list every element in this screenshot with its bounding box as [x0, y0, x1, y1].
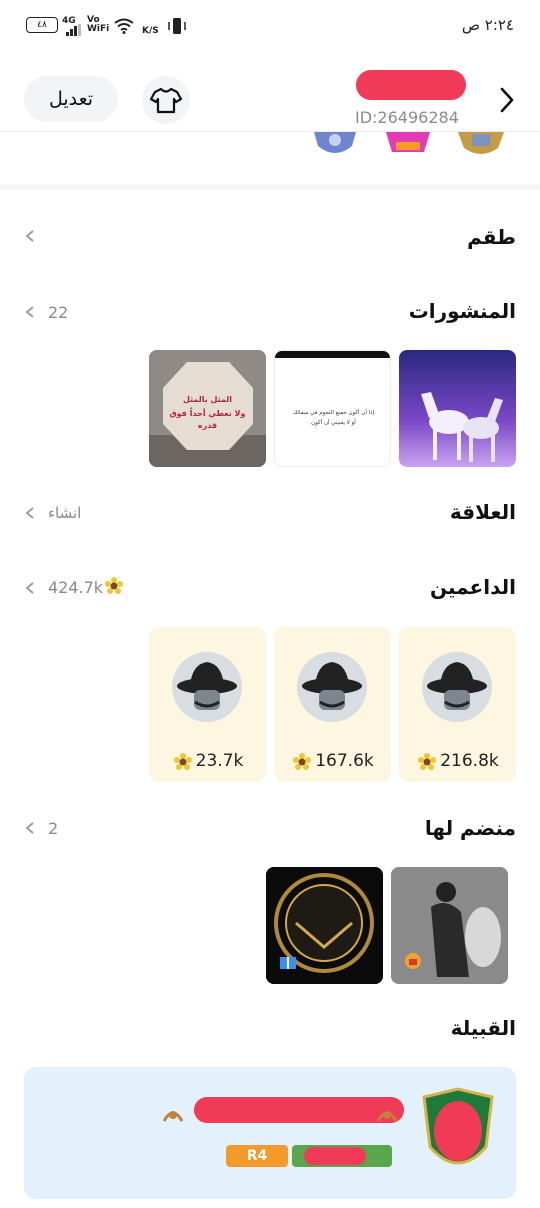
vowifi-label: Vo WiFi	[87, 15, 110, 34]
battery-icon: ٤٨	[26, 17, 58, 33]
avatar	[297, 652, 367, 722]
sunflower-icon	[105, 577, 123, 594]
section-title-clan: القبيلة	[450, 1016, 516, 1040]
quote-line2: أو لا يعنيني أن أكون	[311, 420, 356, 426]
black-bar	[275, 351, 390, 358]
chevron-left-icon[interactable]	[24, 822, 36, 834]
supporter-card[interactable]: 216.8k	[399, 627, 516, 782]
post-thumbnail[interactable]	[399, 350, 516, 467]
section-divider	[0, 184, 540, 190]
edit-button[interactable]: تعديل	[24, 76, 118, 122]
sign-line2: ولا نعطي أحداً فوق قدره	[169, 409, 246, 430]
user-id: ID:26496284	[355, 108, 459, 127]
quote-line1: إذا أن أكون جميع النجوم في سمائك	[292, 410, 375, 416]
outfit-button[interactable]	[142, 76, 190, 124]
badge-gift-icon	[386, 132, 430, 152]
horses-image	[399, 350, 516, 467]
scorpion-icon	[162, 1111, 184, 1122]
joined-room-card[interactable]	[266, 867, 383, 984]
section-title-relationship: العلاقة	[449, 500, 516, 524]
gift-icon	[280, 957, 296, 969]
scorpion-icon	[376, 1111, 398, 1122]
avatar	[172, 652, 242, 722]
wifi-icon	[114, 18, 134, 34]
section-title-supporters: الداعمين	[429, 575, 516, 599]
clan-card[interactable]: R4	[24, 1067, 516, 1199]
supporter-card[interactable]: 23.7k	[149, 627, 266, 782]
chevron-left-icon[interactable]	[24, 230, 36, 242]
avatar	[422, 652, 492, 722]
supporter-value: 216.8k	[440, 751, 499, 771]
clan-emblem-icon	[422, 1087, 494, 1165]
sign-line1: المثل بالمثل	[182, 395, 233, 404]
chevron-left-icon[interactable]	[24, 582, 36, 594]
joined-count: 2	[48, 819, 59, 838]
hat-man-icon	[177, 662, 237, 710]
shirt-icon	[149, 87, 183, 114]
badge-shield-icon	[314, 132, 356, 153]
supporter-value: 167.6k	[315, 751, 374, 771]
clan-level-redacted	[304, 1147, 366, 1165]
vibrate-icon	[168, 18, 186, 34]
supporter-value: 23.7k	[195, 751, 244, 771]
badge-gold-icon	[458, 132, 504, 154]
clock: ٢:٢٤ ص	[461, 16, 514, 34]
section-title-outfit: طقم	[467, 225, 516, 249]
gift-icon	[405, 953, 421, 969]
hat-man-icon	[302, 662, 362, 710]
signal-icon	[66, 24, 81, 36]
supporter-card[interactable]: 167.6k	[274, 627, 391, 782]
username-redacted	[356, 70, 466, 100]
speed-label: K/S	[142, 26, 159, 36]
clan-name-redacted	[194, 1097, 404, 1123]
post-thumbnail[interactable]: إذا أن أكون جميع النجوم في سمائك أو لا ي…	[274, 350, 391, 467]
chevron-left-icon[interactable]	[24, 306, 36, 318]
section-title-posts: المنشورات	[408, 299, 516, 323]
clan-rank-badge: R4	[226, 1145, 288, 1167]
posts-count: 22	[48, 303, 69, 322]
chevron-left-icon[interactable]	[24, 507, 36, 519]
joined-room-card[interactable]	[391, 867, 508, 984]
chevron-right-icon[interactable]	[498, 86, 516, 114]
supporters-total: 424.7k	[48, 578, 104, 597]
relationship-create[interactable]: انشاء	[48, 504, 81, 522]
hat-man-icon	[427, 662, 487, 710]
post-thumbnail[interactable]: المثل بالمثل ولا نعطي أحداً فوق قدره	[149, 350, 266, 467]
section-title-joined: منضم لها	[424, 816, 516, 840]
status-bar: ٤٨ 4G Vo WiFi K/S ٢:٢٤ ص	[0, 0, 540, 52]
